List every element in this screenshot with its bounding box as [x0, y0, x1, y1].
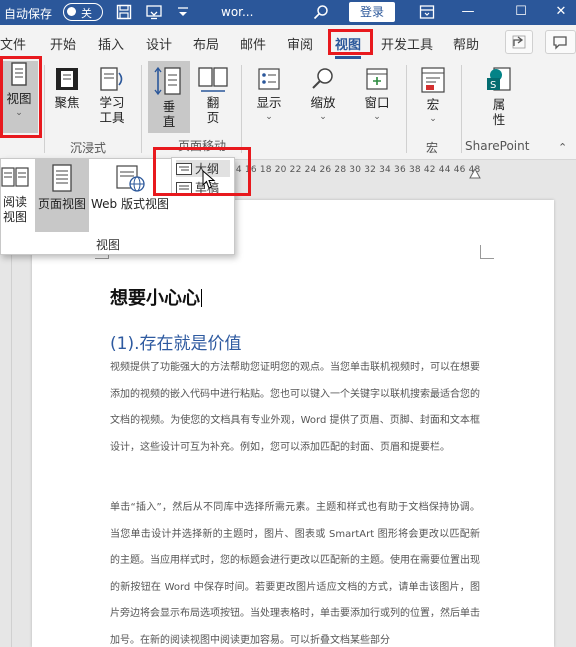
- tab-layout[interactable]: 布局: [193, 34, 219, 53]
- side-to-side-button[interactable]: 翻 页: [194, 65, 232, 125]
- chevron-down-icon: ⌄: [319, 112, 327, 122]
- document-heading[interactable]: (1).存在就是价值: [110, 329, 241, 354]
- print-layout-icon: [52, 164, 72, 192]
- focus-label: 聚焦: [54, 95, 80, 110]
- tab-home[interactable]: 开始: [50, 34, 76, 53]
- views-group-label: 视图: [96, 238, 121, 252]
- window-icon: [366, 68, 388, 90]
- print-layout-label: 页面视图: [37, 197, 86, 211]
- macros-icon: [421, 67, 445, 93]
- tab-help[interactable]: 帮助: [453, 34, 479, 53]
- flip-label-1: 翻: [206, 95, 220, 110]
- toggle-knob: [67, 7, 76, 16]
- horizontal-ruler[interactable]: 14 16 18 20 22 24 26 28 30 32 34 36 38 4…: [230, 160, 576, 182]
- share-icon[interactable]: [505, 30, 533, 54]
- separator: [461, 65, 462, 153]
- toggle-state: 关: [81, 7, 92, 20]
- group-label-macros: 宏: [426, 141, 439, 155]
- focus-icon: [56, 68, 78, 90]
- macros-label: 宏: [426, 97, 440, 112]
- maximize-button[interactable]: ☐: [503, 0, 539, 25]
- focus-button[interactable]: 聚焦: [50, 65, 84, 110]
- window-button[interactable]: 窗口 ⌄: [357, 65, 397, 125]
- group-label-sharepoint: SharePoint: [465, 139, 530, 153]
- title-bar: 自动保存 关 wor... 登录 — ☐ ✕: [0, 0, 576, 25]
- document-page[interactable]: 想要小心心 (1).存在就是价值 视频提供了功能强大的方法帮助您证明您的观点。当…: [32, 200, 554, 647]
- customize-toolbar-icon[interactable]: [175, 4, 191, 20]
- show-icon: [258, 68, 280, 90]
- ribbon-tabs: 文件 开始 插入 设计 布局 邮件 审阅 视图 开发工具 帮助: [0, 25, 576, 59]
- indent-marker-icon[interactable]: [469, 165, 481, 179]
- document-name: wor...: [221, 5, 254, 19]
- comments-icon[interactable]: [545, 30, 576, 54]
- text-cursor: [201, 289, 202, 307]
- learning-tools-icon: [100, 67, 123, 91]
- document-title[interactable]: 想要小心心: [110, 284, 202, 310]
- separator: [241, 65, 242, 153]
- macros-button[interactable]: 宏 ⌄: [413, 65, 453, 127]
- read-mode-label-2: 视图: [2, 210, 27, 224]
- show-button[interactable]: 显示 ⌄: [249, 65, 289, 125]
- tab-file[interactable]: 文件: [0, 34, 26, 53]
- margin-corner: [480, 245, 494, 259]
- vertical-label-1: 垂: [162, 99, 176, 114]
- ruler-numbers: 14 16 18 20 22 24 26 28 30 32 34 36 38 4…: [230, 165, 481, 175]
- svg-text:S: S: [490, 80, 496, 91]
- tab-insert[interactable]: 插入: [98, 34, 124, 53]
- chevron-down-icon: ⌄: [429, 114, 437, 124]
- properties-button[interactable]: S 属 性: [479, 65, 519, 127]
- web-layout-icon: [116, 165, 145, 192]
- properties-label-1: 属: [492, 97, 506, 112]
- vertical-ruler[interactable]: [0, 255, 12, 647]
- close-button[interactable]: ✕: [543, 0, 576, 25]
- autosave-label: 自动保存: [4, 7, 53, 21]
- screen-icon[interactable]: [146, 4, 162, 20]
- vertical-label-2: 直: [162, 114, 176, 129]
- web-layout-label: Web 版式视图: [91, 197, 169, 211]
- highlight-views-button: [0, 56, 42, 138]
- highlight-outline: [153, 147, 251, 196]
- window-label: 窗口: [364, 95, 390, 110]
- separator: [406, 65, 407, 153]
- separator: [44, 65, 45, 153]
- tab-review[interactable]: 审阅: [287, 34, 313, 53]
- zoom-button[interactable]: 缩放 ⌄: [303, 65, 343, 125]
- read-mode-icon: [1, 167, 29, 187]
- properties-label-2: 性: [492, 112, 506, 127]
- sharepoint-icon: S: [487, 67, 511, 91]
- paragraph-1[interactable]: 视频提供了功能强大的方法帮助您证明您的观点。当您单击联机视频时，可以在想要添加的…: [110, 355, 480, 461]
- zoom-label: 缩放: [310, 95, 336, 110]
- learning-tools-button[interactable]: 学习 工具: [92, 65, 132, 125]
- group-label-immersive: 沉浸式: [70, 141, 107, 155]
- read-mode-label-1: 阅读: [2, 195, 27, 209]
- save-icon[interactable]: [116, 4, 132, 20]
- paragraph-2[interactable]: 单击“插入”，然后从不同库中选择所需元素。主题和样式也有助于文档保持协调。当您单…: [110, 495, 480, 647]
- separator: [141, 65, 142, 153]
- collapse-ribbon-icon[interactable]: ⌃: [558, 141, 567, 154]
- autosave-toggle[interactable]: 关: [63, 3, 103, 21]
- side-to-side-icon: [198, 67, 228, 92]
- chevron-down-icon: ⌄: [373, 112, 381, 122]
- zoom-icon: [312, 68, 333, 89]
- vertical-button[interactable]: 垂 直: [148, 61, 190, 133]
- print-layout-button[interactable]: 页面视图: [35, 159, 89, 232]
- show-label: 显示: [256, 95, 282, 110]
- tab-mailings[interactable]: 邮件: [240, 34, 266, 53]
- tab-design[interactable]: 设计: [146, 34, 172, 53]
- tab-developer[interactable]: 开发工具: [381, 34, 433, 53]
- chevron-down-icon: ⌄: [265, 112, 273, 122]
- highlight-view-tab: [328, 29, 373, 55]
- vertical-icon: [154, 66, 181, 96]
- ribbon-view: 视图 ⌄ 聚焦 学习 工具 沉浸式 垂 直 翻 页 页面移动 显示 ⌄ 缩放 ⌄: [0, 59, 576, 160]
- minimize-button[interactable]: —: [450, 0, 486, 25]
- ribbon-display-icon[interactable]: [419, 4, 435, 20]
- learning-tools-label-1: 学习: [99, 95, 125, 110]
- flip-label-2: 页: [206, 110, 220, 125]
- search-icon[interactable]: [313, 4, 329, 20]
- learning-tools-label-2: 工具: [99, 110, 125, 125]
- read-mode-button[interactable]: 阅读 视图: [1, 163, 29, 225]
- login-button[interactable]: 登录: [349, 2, 395, 22]
